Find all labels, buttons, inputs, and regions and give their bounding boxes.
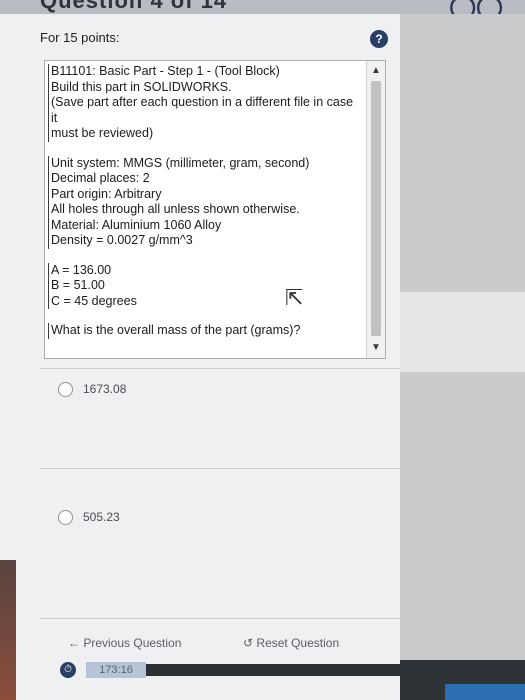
- divider: [40, 618, 400, 619]
- divider: [40, 368, 400, 369]
- question-block-specs: Unit system: MMGS (millimeter, gram, sec…: [48, 155, 356, 249]
- divider: [40, 468, 400, 469]
- question-line: C = 45 degrees: [48, 293, 356, 309]
- question-line: must be reviewed): [48, 126, 356, 142]
- question-line: Density = 0.0027 g/mm^3: [48, 233, 356, 249]
- points-label: For 15 points:: [40, 30, 120, 45]
- question-line: Part origin: Arbitrary: [48, 186, 356, 202]
- reset-icon: ↺: [243, 636, 254, 650]
- mouse-cursor-icon: ⇱: [285, 285, 304, 310]
- question-counter-title: Question 4 of 14: [40, 0, 228, 13]
- reset-question-label: Reset Question: [256, 636, 340, 650]
- question-scrollbar[interactable]: ▲ ▼: [366, 61, 385, 358]
- question-line: (Save part after each question in a diff…: [48, 95, 356, 126]
- scroll-thumb[interactable]: [371, 81, 381, 336]
- question-prompt: What is the overall mass of the part (gr…: [48, 323, 356, 339]
- clock-icon: ⏱: [60, 662, 76, 678]
- reset-question-button[interactable]: ↺ Reset Question: [243, 636, 339, 650]
- left-edge-background: [0, 560, 16, 700]
- question-line: B11101: Basic Part - Step 1 - (Tool Bloc…: [48, 64, 356, 80]
- right-panel: [400, 14, 525, 700]
- question-block-intro: B11101: Basic Part - Step 1 - (Tool Bloc…: [48, 64, 356, 142]
- question-line: A = 136.00: [48, 262, 356, 278]
- top-bar: Question 4 of 14 ◯◯: [0, 0, 525, 20]
- answer-option[interactable]: 1673.08: [58, 382, 127, 398]
- option-label: 505.23: [83, 510, 120, 524]
- question-content: B11101: Basic Part - Step 1 - (Tool Bloc…: [48, 64, 356, 353]
- question-block-prompt: What is the overall mass of the part (gr…: [48, 323, 356, 339]
- timer-row: ⏱ 173:16: [0, 652, 400, 700]
- timer-progress-track: [146, 664, 400, 676]
- radio-button[interactable]: [58, 382, 73, 398]
- question-text-box[interactable]: B11101: Basic Part - Step 1 - (Tool Bloc…: [44, 60, 386, 359]
- question-line: B = 51.00: [48, 278, 356, 294]
- timer-value: 173:16: [86, 662, 146, 678]
- scroll-down-icon[interactable]: ▼: [367, 340, 385, 356]
- previous-question-label: Previous Question: [83, 636, 182, 650]
- question-line: Decimal places: 2: [48, 171, 356, 187]
- option-label: 1673.08: [83, 382, 127, 396]
- radio-button[interactable]: [58, 510, 73, 526]
- question-line: All holes through all unless shown other…: [48, 202, 356, 218]
- help-icon[interactable]: ?: [370, 30, 388, 48]
- question-line: Unit system: MMGS (millimeter, gram, sec…: [48, 155, 356, 171]
- question-block-dimensions: A = 136.00 B = 51.00 C = 45 degrees: [48, 262, 356, 309]
- answer-option[interactable]: 505.23: [58, 510, 120, 526]
- right-panel-stripe: [400, 292, 525, 372]
- scroll-up-icon[interactable]: ▲: [367, 63, 385, 79]
- arrow-left-icon: ←: [68, 636, 80, 650]
- question-line: Material: Aluminium 1060 Alloy: [48, 217, 356, 233]
- previous-question-button[interactable]: ← Previous Question: [68, 636, 181, 650]
- bottom-right-button[interactable]: [445, 684, 525, 700]
- question-line: Build this part in SOLIDWORKS.: [48, 79, 356, 95]
